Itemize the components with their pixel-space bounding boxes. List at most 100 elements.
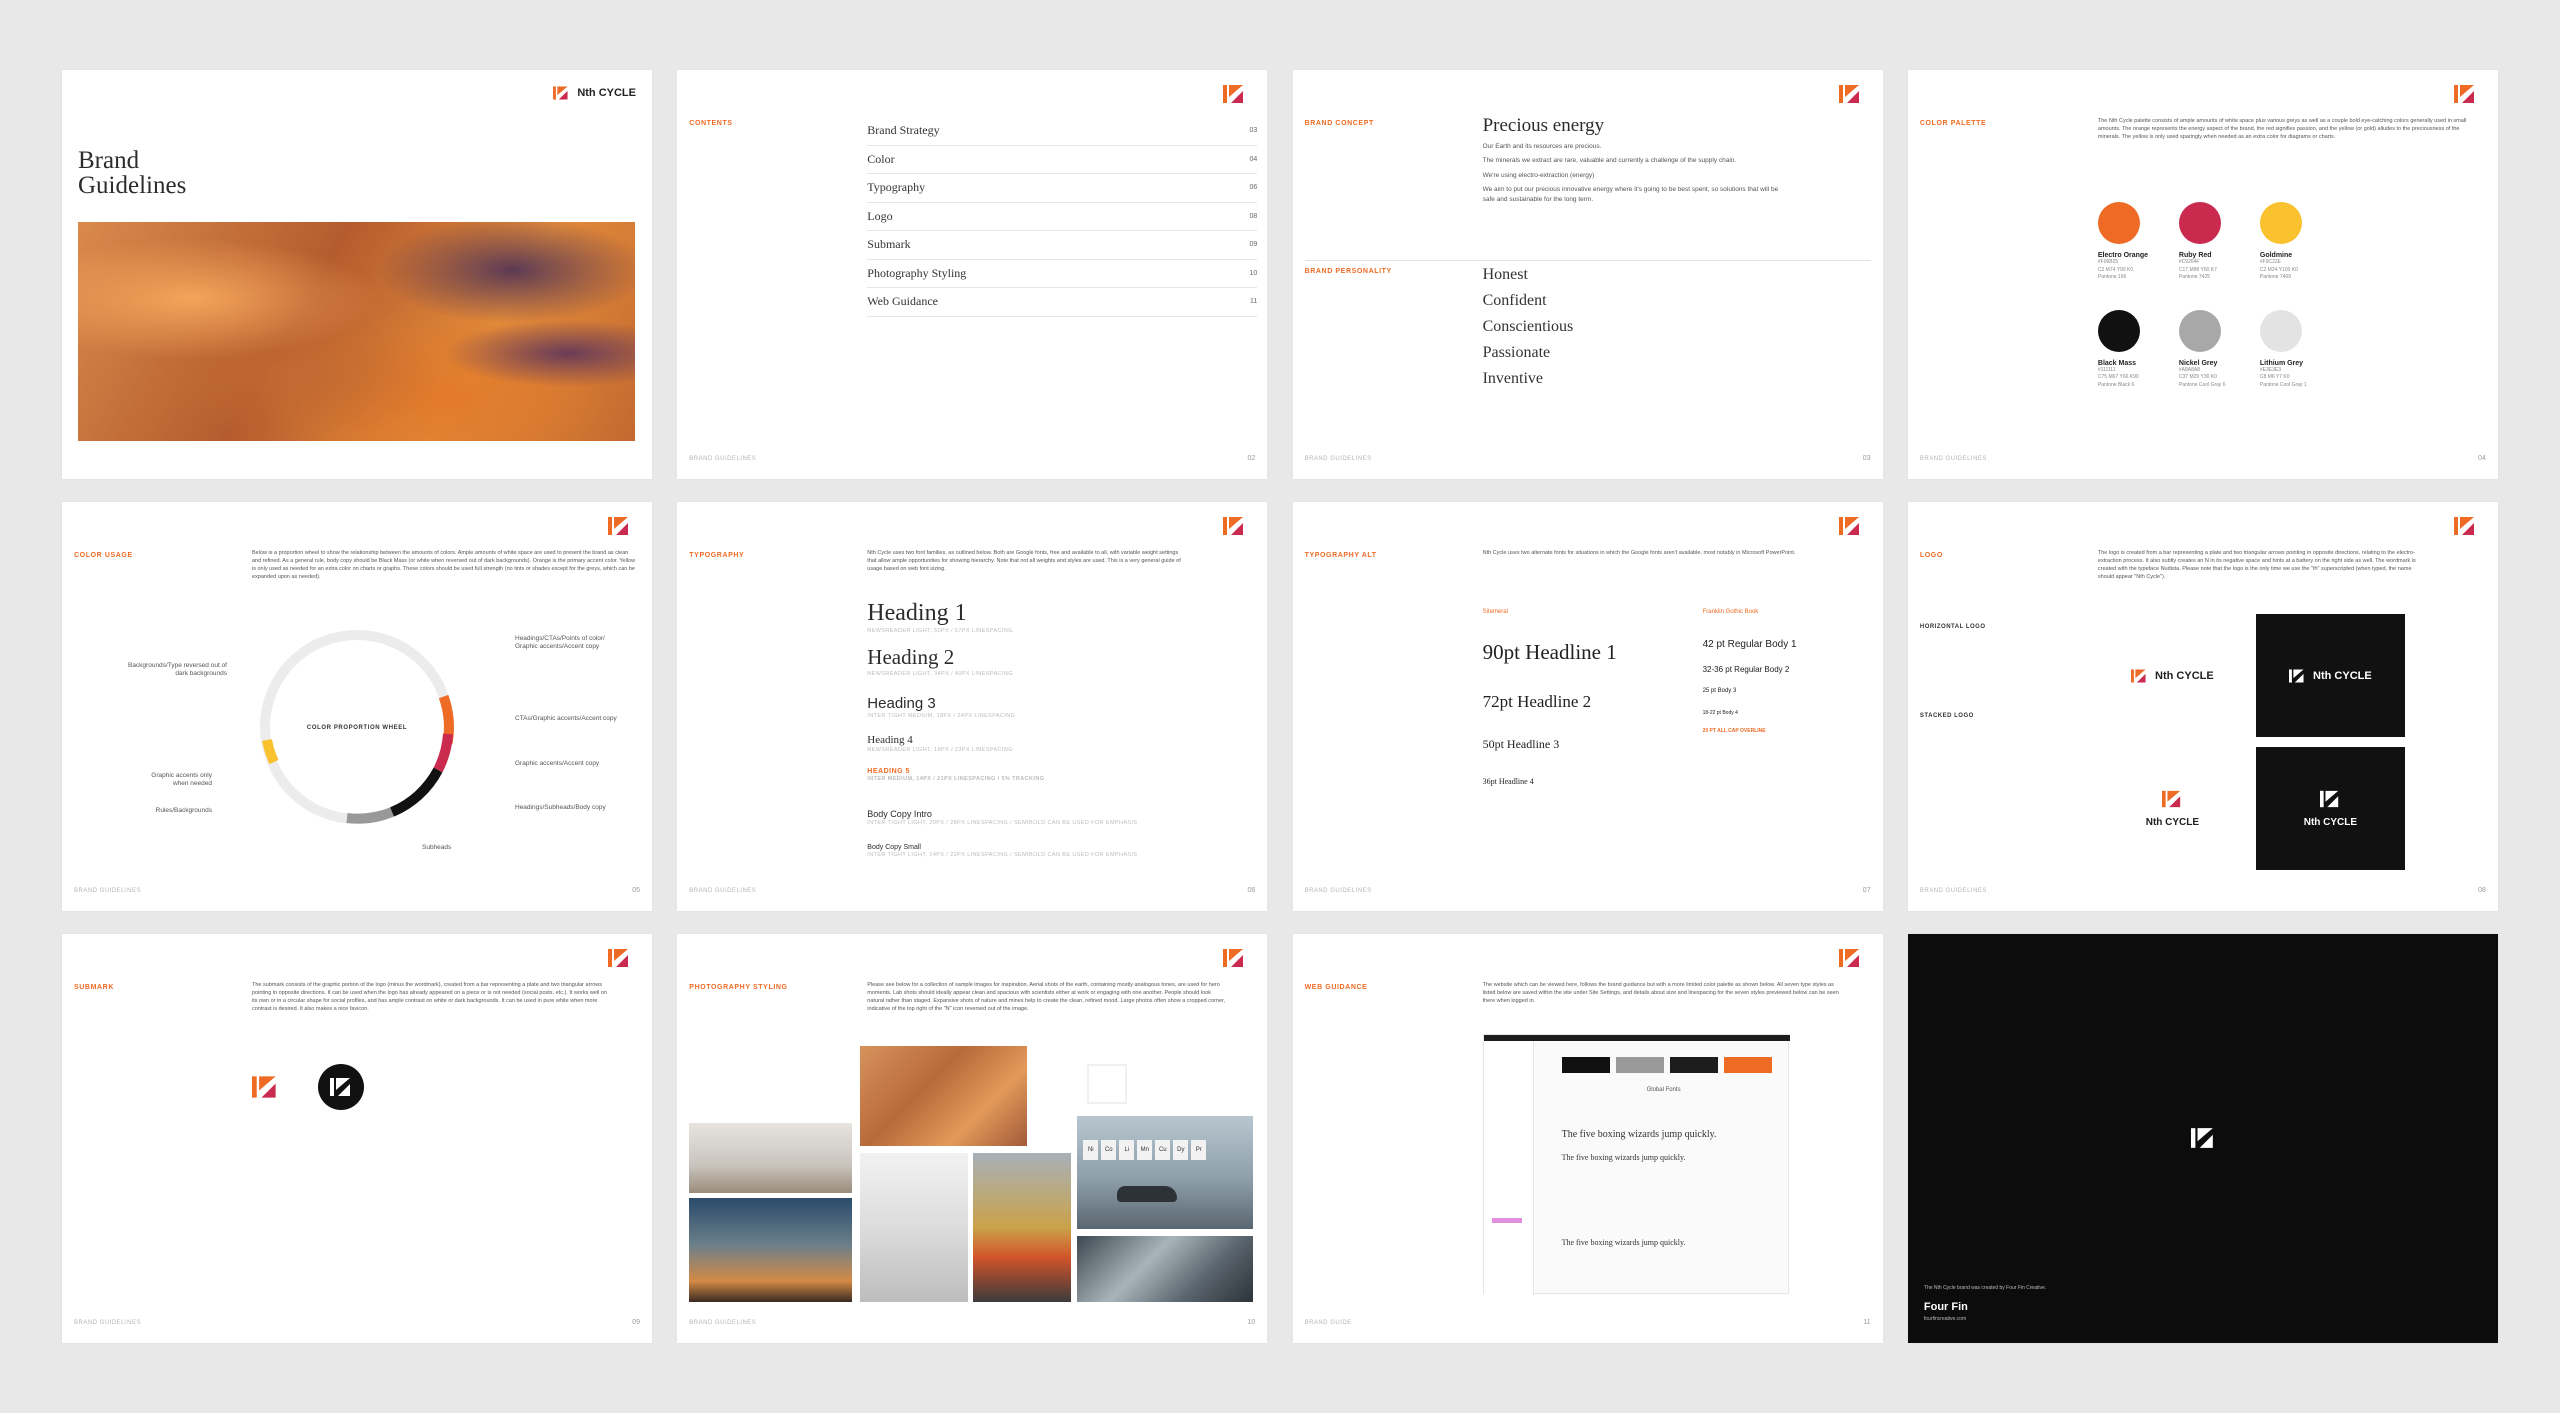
concept-p1: Our Earth and its resources are precious…: [1482, 143, 1602, 150]
body-intro-sample: Body Copy Intro INTER TIGHT LIGHT, 20PX /…: [867, 809, 1137, 826]
slide-submark[interactable]: SUBMARK The submark consists of the grap…: [62, 934, 652, 1343]
swatch-nickel-grey[interactable]: Nickel Grey #A8A8A8 C37 M29 Y30 K0 Pantone …: [2178, 309, 2260, 390]
swatch-lithium-grey[interactable]: Lithium Grey #E3E3E3 C8 M6 Y7 K0 Pantone Co…: [2259, 309, 2341, 390]
slide-typography-alt[interactable]: TYPOGRAPHY ALT Nth Cycle uses two altern…: [1292, 502, 1883, 911]
sample-text: HEADING 5: [867, 768, 910, 775]
logo-wordmark: Nth CYCLE: [2313, 669, 2372, 682]
cover-title: Brand Guidelines: [78, 148, 186, 198]
slide-brand-concept[interactable]: BRAND CONCEPT Precious energy Our Earth …: [1292, 70, 1883, 479]
stacked-logo-light: Nth CYCLE: [2097, 747, 2247, 870]
toc-item[interactable]: Color 04: [867, 146, 1258, 174]
slide-footer: BRAND GUIDELINES: [74, 888, 142, 894]
screen-pink-button: [1491, 1218, 1522, 1223]
alt-body-3: 25 pt Body 3: [1702, 688, 1737, 694]
alt-overline: 20 PT ALL CAP OVERLINE: [1702, 728, 1766, 734]
nth-cycle-logo: Nth CYCLE: [553, 85, 636, 101]
slide-logo[interactable]: LOGO The logo is created from a bar repr…: [1907, 502, 2498, 911]
swatch-name: Nickel Grey: [2178, 359, 2218, 367]
photo-aerial: [860, 1046, 1028, 1146]
heading-5-sample: HEADING 5 INTER MEDIUM, 14PX / 21PX LINES…: [867, 768, 1044, 782]
swatch-hex: #F06B25: [2097, 259, 2119, 265]
sample-spec: INTER TIGHT LIGHT, 14PX / 22PX LINESPACI…: [867, 852, 1138, 858]
nth-white-icon: [2190, 1128, 2213, 1148]
element-tile: Dy: [1173, 1140, 1189, 1160]
alt-body-2: 32-36 pt Regular Body 2: [1702, 665, 1790, 674]
alt-headline-2: 72pt Headline 2: [1482, 692, 1592, 711]
closing-credit: The Nth Cycle brand was created by Four …: [1923, 1285, 2047, 1291]
color-dot: [2178, 202, 2221, 244]
wheel-label: Headings/CTAs/Points of color/ Graphic a…: [515, 635, 605, 651]
toc-item-page: 11: [1250, 298, 1258, 306]
toc-item-name: Photography Styling: [867, 265, 967, 280]
page-number: 05: [632, 887, 640, 894]
nth-cycle-icon: [2162, 790, 2181, 808]
page-number: 04: [2478, 455, 2486, 462]
toc-item-name: Web Guidance: [867, 294, 938, 309]
toc-item[interactable]: Submark 09: [867, 231, 1258, 260]
toc-item[interactable]: Logo 08: [867, 203, 1258, 231]
toc-item-name: Submark: [867, 237, 911, 252]
toc-item-name: Logo: [867, 208, 893, 223]
slide-contents[interactable]: CONTENTS Brand Strategy 03 Color 04 Typogr…: [677, 70, 1268, 479]
swatch-name: Electro Orange: [2097, 252, 2149, 259]
swatch-pantone: Pantone 7425: [2178, 274, 2211, 280]
toc-item[interactable]: Typography 06: [867, 174, 1258, 203]
section-label: PHOTOGRAPHY STYLING: [689, 984, 788, 991]
screen-swatch: [1723, 1057, 1772, 1073]
slide-color-palette[interactable]: COLOR PALETTE The Nth Cycle palette cons…: [1907, 70, 2498, 479]
photo-wind-turbine: [689, 1198, 853, 1302]
screen-swatch: [1669, 1057, 1718, 1073]
web-intro: The website which can be viewed here, fo…: [1482, 982, 1839, 1004]
sample-spec: INTER TIGHT LIGHT, 20PX / 28PX LINESPACI…: [867, 820, 1138, 826]
toc-item-page: 06: [1249, 184, 1258, 192]
color-dot: [2259, 202, 2302, 244]
slide-footer: BRAND GUIDELINES: [689, 456, 757, 462]
toc-item[interactable]: Web Guidance 11: [867, 288, 1258, 317]
page-number: 11: [1863, 1319, 1871, 1326]
column-title: Sitemeral: [1482, 609, 1508, 615]
swatch-goldmine[interactable]: Goldmine #F9C22E C2 M24 Y100 K0 Pantone 740…: [2259, 202, 2341, 282]
swatch-name: Lithium Grey: [2259, 359, 2304, 367]
concept-p2: The minerals we extract are rare, valuab…: [1482, 157, 1737, 165]
swatch-grid: Electro Orange #F06B25 C2 M74 Y99 K0 Panton…: [2097, 202, 2341, 390]
font-sample-2: The five boxing wizards jump quickly.: [1561, 1153, 1686, 1162]
palette-intro: The Nth Cycle palette consists of ample …: [2097, 118, 2467, 140]
photo-elements-car: Ni Co Li Mn Cu Dy Pr: [1077, 1116, 1254, 1229]
swatch-black-mass[interactable]: Black Mass #111111 C75 M67 Y66 K90 Pantone …: [2097, 309, 2179, 390]
toc-item-name: Typography: [867, 180, 926, 195]
car-shape: [1117, 1186, 1178, 1202]
screen-swatch: [1615, 1057, 1664, 1073]
logo-wordmark: Nth CYCLE: [577, 87, 636, 99]
screen-sidebar: [1483, 1041, 1534, 1295]
sample-text: Heading 4: [867, 734, 913, 746]
global-fonts-title: Global Fonts: [1646, 1087, 1681, 1093]
toc-item[interactable]: Brand Strategy 03: [867, 117, 1258, 146]
horizontal-logo-label: HORIZONTAL LOGO: [1919, 624, 1986, 630]
element-tile: Co: [1101, 1140, 1117, 1160]
slide-color-usage[interactable]: COLOR USAGE Below is a proportion wheel …: [62, 502, 652, 911]
slide-footer: BRAND GUIDELINES: [1304, 888, 1372, 894]
section-label: LOGO: [1919, 552, 1943, 559]
color-dot: [2097, 202, 2140, 244]
toc-item[interactable]: Photography Styling 10: [867, 260, 1258, 288]
slide-closing[interactable]: The Nth Cycle brand was created by Four …: [1907, 934, 2498, 1343]
swatch-electro-orange[interactable]: Electro Orange #F06B25 C2 M74 Y99 K0 Panton…: [2097, 202, 2179, 282]
slide-photography[interactable]: PHOTOGRAPHY STYLING Please see below for…: [677, 934, 1268, 1343]
swatch-ruby-red[interactable]: Ruby Red #C9264F C17 M98 Y60 K7 Pantone 742…: [2178, 202, 2260, 282]
slide-web-guidance[interactable]: WEB GUIDANCE The website which can be vi…: [1292, 934, 1883, 1343]
concept-p4: We aim to put our precious innovative en…: [1482, 186, 1779, 203]
slide-footer: BRAND GUIDELINES: [74, 1320, 142, 1326]
agency-url[interactable]: fourfincreative.com: [1924, 1316, 1966, 1322]
section-label: TYPOGRAPHY: [689, 552, 745, 559]
element-tile: Cu: [1155, 1140, 1171, 1160]
cover-title-line2: Guidelines: [78, 172, 187, 199]
slide-footer: BRAND GUIDELINES: [689, 1320, 757, 1326]
nth-icon: [1838, 515, 1861, 537]
submark-color-icon: [252, 1076, 276, 1098]
wheel-label: Graphic accents/Accent copy: [515, 760, 600, 767]
aerial-earth-image: [78, 222, 635, 441]
slide-typography[interactable]: TYPOGRAPHY Nth Cycle uses two font famil…: [677, 502, 1268, 911]
toc-item-name: Brand Strategy: [867, 123, 940, 138]
slide-cover[interactable]: Nth CYCLE Brand Guidelines: [62, 70, 652, 479]
alt-body-4: 18-22 pt Body 4: [1702, 710, 1738, 716]
